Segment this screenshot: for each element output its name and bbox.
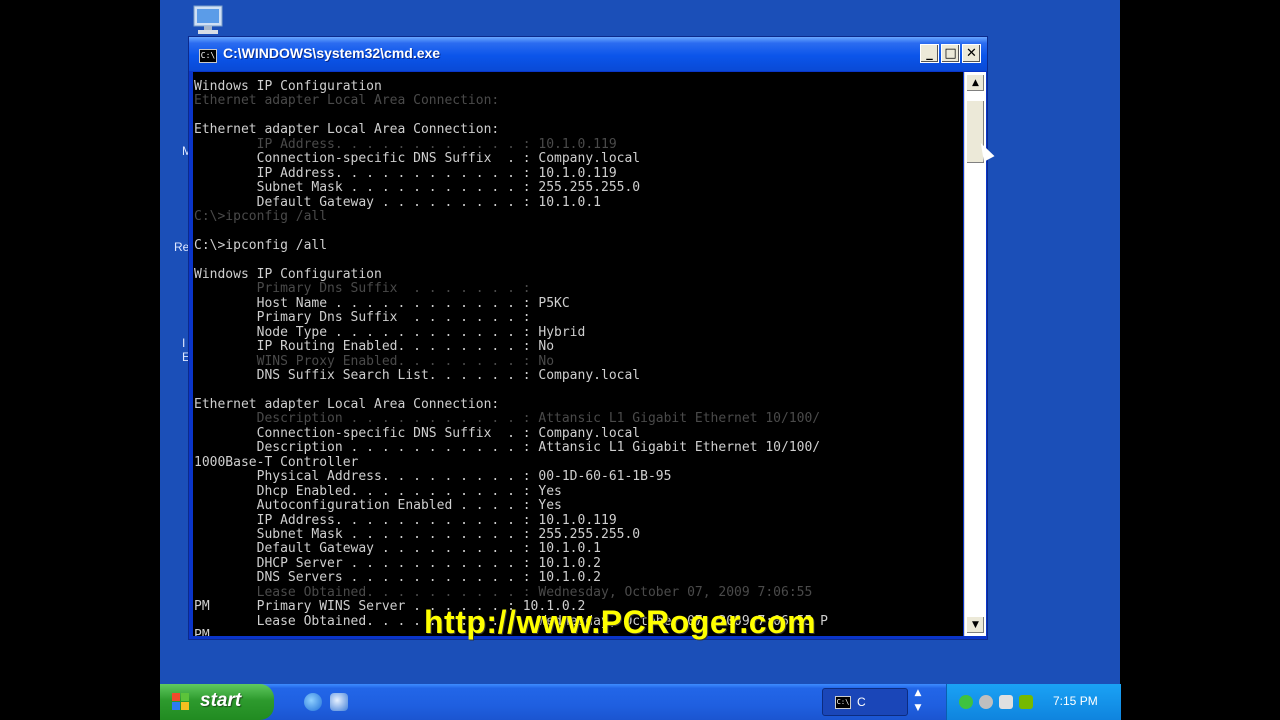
console-line: 1000Base-T Controller xyxy=(194,454,359,470)
scroll-up-button[interactable]: ▲ xyxy=(966,74,985,92)
console-line: Windows IP Configuration xyxy=(194,79,382,94)
desktop-icon-label: I xyxy=(182,336,186,350)
console-line: Subnet Mask . . . . . . . . . . . : 255.… xyxy=(194,526,641,542)
console-line: Dhcp Enabled. . . . . . . . . . . : Yes xyxy=(194,483,562,499)
volume-icon[interactable] xyxy=(999,695,1013,709)
console-line: Lease Obtained. . . . . . . . . . : Wedn… xyxy=(194,584,813,600)
console-output[interactable]: Windows IP Configuration Ethernet adapter… xyxy=(193,72,963,636)
nvidia-icon[interactable] xyxy=(1019,695,1033,709)
clock[interactable]: 7:15 PM xyxy=(1053,694,1098,708)
console-line: Autoconfiguration Enabled . . . . : Yes xyxy=(194,498,562,514)
console-line: IP Address. . . . . . . . . . . . : 10.1… xyxy=(194,136,617,152)
console-line: Description . . . . . . . . . . . : Atta… xyxy=(194,440,821,456)
console-line: Windows IP Configuration xyxy=(194,266,382,282)
console-line: Host Name . . . . . . . . . . . . : P5KC xyxy=(194,295,570,311)
console-line: PM xyxy=(194,628,210,636)
console-line: Ethernet adapter Local Area Connection: xyxy=(194,396,500,412)
console-line: Description . . . . . . . . . . . : Atta… xyxy=(194,411,821,427)
console-line: Connection-specific DNS Suffix . : Compa… xyxy=(194,425,641,441)
taskbar: start C:\ C ▲ ▼ 7:15 PM xyxy=(160,684,1121,720)
console-line: DNS Servers . . . . . . . . . . . : 10.1… xyxy=(194,570,601,586)
console-line: IP Routing Enabled. . . . . . . . : No xyxy=(194,339,555,355)
system-tray: 7:15 PM xyxy=(946,684,1121,720)
scroll-down-button[interactable]: ▼ xyxy=(966,616,985,634)
minimize-button[interactable]: _ xyxy=(920,44,939,63)
close-button[interactable]: ✕ xyxy=(962,44,981,63)
watermark-url: http://www.PCRoger.com xyxy=(424,604,817,640)
console-line: Subnet Mask . . . . . . . . . . . : 255.… xyxy=(194,180,641,196)
start-button[interactable]: start xyxy=(160,684,274,720)
taskbar-button-label: C xyxy=(857,695,866,709)
console-line: C:\>ipconfig /all xyxy=(194,209,328,225)
title-bar[interactable]: C:\ C:\WINDOWS\system32\cmd.exe _ □ ✕ xyxy=(189,37,987,71)
console-line: DNS Suffix Search List. . . . . . : Comp… xyxy=(194,368,641,383)
windows-logo-icon xyxy=(172,693,190,711)
console-line: Connection-specific DNS Suffix . : Compa… xyxy=(194,151,641,167)
window-title: C:\WINDOWS\system32\cmd.exe xyxy=(223,45,441,61)
media-icon[interactable] xyxy=(330,693,348,711)
console-line: Default Gateway . . . . . . . . . : 10.1… xyxy=(194,194,601,210)
console-line: IP Address. . . . . . . . . . . . : 10.1… xyxy=(194,165,617,181)
taskbar-scroll-arrows[interactable]: ▲ ▼ xyxy=(912,686,924,718)
console-line: Primary Dns Suffix . . . . . . . : xyxy=(194,310,531,326)
console-line: Default Gateway . . . . . . . . . : 10.1… xyxy=(194,541,601,557)
console-line: Physical Address. . . . . . . . . : 00-1… xyxy=(194,469,672,485)
ie-icon[interactable] xyxy=(304,693,322,711)
console-line: C:\>ipconfig /all xyxy=(194,237,328,253)
console-line: Primary Dns Suffix . . . . . . . : xyxy=(194,281,531,297)
cmd-icon: C:\ xyxy=(835,696,851,709)
start-label: start xyxy=(200,690,242,711)
network-icon[interactable] xyxy=(959,695,973,709)
taskbar-button-cmd[interactable]: C:\ C xyxy=(822,688,908,716)
console-line: DHCP Server . . . . . . . . . . . : 10.1… xyxy=(194,555,601,571)
console-line: WINS Proxy Enabled. . . . . . . . : No xyxy=(194,353,555,369)
cmd-icon[interactable]: C:\ xyxy=(199,49,217,63)
cmd-window[interactable]: C:\ C:\WINDOWS\system32\cmd.exe _ □ ✕ Wi… xyxy=(188,36,988,640)
console-line: IP Address. . . . . . . . . . . . : 10.1… xyxy=(194,512,617,528)
console-line: Node Type . . . . . . . . . . . . : Hybr… xyxy=(194,324,586,340)
my-computer-icon[interactable] xyxy=(188,4,228,38)
maximize-button[interactable]: □ xyxy=(941,44,960,63)
console-line: Ethernet adapter Local Area Connection: xyxy=(194,93,500,109)
speaker-icon[interactable] xyxy=(979,695,993,709)
console-line: Ethernet adapter Local Area Connection: xyxy=(194,122,500,138)
